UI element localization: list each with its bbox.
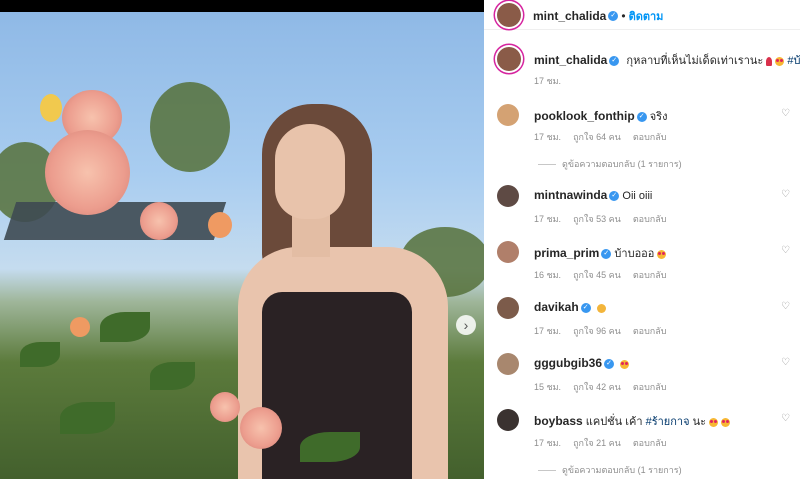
commenter-username[interactable]: mintnawinda bbox=[534, 188, 607, 202]
comment-text: บ้าบอออ bbox=[614, 248, 655, 260]
rose-flower bbox=[240, 407, 282, 449]
rose-emoji-icon bbox=[766, 56, 773, 66]
reply-button[interactable]: ตอบกลับ bbox=[633, 270, 667, 280]
verified-icon: ✓ bbox=[580, 303, 591, 314]
verified-icon: ✓ bbox=[601, 249, 612, 260]
comment-likes[interactable]: ถูกใจ 21 คน bbox=[573, 438, 621, 448]
caption-hashtag[interactable]: #บ้า bbox=[787, 55, 800, 67]
like-heart-icon[interactable]: ♡ bbox=[781, 189, 790, 200]
author-avatar[interactable] bbox=[497, 3, 521, 27]
comments-panel: mint_chalida ✓ • ติดตาม mint_chalida ✓ กุหลา… bbox=[484, 0, 800, 479]
comment-hashtag[interactable]: #ร้ายกาจ bbox=[646, 416, 690, 428]
comment-text: Oii oiii bbox=[622, 190, 653, 202]
rose-flower bbox=[140, 202, 178, 240]
comment-likes[interactable]: ถูกใจ 42 คน bbox=[573, 382, 621, 392]
replies-line bbox=[538, 164, 556, 166]
comment-likes[interactable]: ถูกใจ 45 คน bbox=[573, 270, 621, 280]
leaf-shape bbox=[60, 402, 115, 434]
comment-time: 17 ชม. bbox=[534, 438, 562, 448]
comment-item: mintnawinda ✓ Oii oiii 17 ชม. ถูกใจ 53 คน ต… bbox=[484, 182, 800, 227]
carousel-next-button[interactable]: › bbox=[456, 315, 476, 335]
heart-eyes-emoji-icon bbox=[709, 417, 719, 427]
reply-button[interactable]: ตอบกลับ bbox=[633, 382, 667, 392]
comment-item: prima_prim ✓ บ้าบอออ 16 ชม. ถูกใจ 45 คน ตอบ… bbox=[484, 238, 800, 283]
heart-eyes-emoji-icon bbox=[620, 359, 630, 369]
post-header: mint_chalida ✓ • ติดตาม bbox=[484, 0, 800, 30]
rose-flower bbox=[210, 392, 240, 422]
reply-button[interactable]: ตอบกลับ bbox=[633, 214, 667, 224]
commenter-username[interactable]: boybass bbox=[534, 414, 583, 428]
leaf-shape bbox=[300, 432, 360, 462]
caption-text: กุหลาบที่เห็นไม่เด็ดเท่าเรานะ bbox=[626, 55, 764, 67]
leaf-shape bbox=[100, 312, 150, 342]
caption-username[interactable]: mint_chalida bbox=[534, 53, 607, 67]
author-avatar[interactable] bbox=[497, 47, 521, 71]
comment-time: 17 ชม. bbox=[534, 326, 562, 336]
comment-likes[interactable]: ถูกใจ 96 คน bbox=[573, 326, 621, 336]
commenter-username[interactable]: davikah bbox=[534, 300, 579, 314]
rose-bud bbox=[40, 94, 62, 122]
roof-shape bbox=[3, 202, 227, 240]
like-heart-icon[interactable]: ♡ bbox=[781, 108, 790, 119]
comment-text: จริง bbox=[649, 111, 668, 123]
commenter-avatar[interactable] bbox=[497, 104, 519, 126]
commenter-username[interactable]: gggubgib36 bbox=[534, 356, 602, 370]
heart-eyes-emoji-icon bbox=[721, 417, 731, 427]
view-replies-button[interactable]: ดูข้อความตอบกลับ (1 รายการ) bbox=[562, 159, 682, 169]
chevron-right-icon: › bbox=[463, 317, 469, 333]
commenter-avatar[interactable] bbox=[497, 353, 519, 375]
face-shape bbox=[275, 124, 345, 219]
author-username[interactable]: mint_chalida bbox=[533, 9, 606, 23]
comment-time: 16 ชม. bbox=[534, 270, 562, 280]
verified-icon: ✓ bbox=[636, 112, 647, 123]
reply-button[interactable]: ตอบกลับ bbox=[633, 132, 667, 142]
commenter-username[interactable]: prima_prim bbox=[534, 246, 599, 260]
leaf-shape bbox=[150, 362, 195, 390]
comment-item: boybass แคปชั่น เค้า #ร้ายกาจ นะ 17 ชม. ถ… bbox=[484, 406, 800, 479]
commenter-username[interactable]: pooklook_fonthip bbox=[534, 109, 635, 123]
verified-icon: ✓ bbox=[604, 359, 614, 370]
rose-bud bbox=[208, 212, 232, 238]
reply-button[interactable]: ตอบกลับ bbox=[633, 438, 667, 448]
post-photo[interactable]: › bbox=[0, 12, 484, 479]
rose-flower bbox=[45, 130, 130, 215]
comment-time: 15 ชม. bbox=[534, 382, 562, 392]
comment-item: davikah ✓ 17 ชม. ถูกใจ 96 คน ตอบกลับ ♡ bbox=[484, 294, 800, 339]
comment-item: pooklook_fonthip ✓ จริง 17 ชม. ถูกใจ 64 คน… bbox=[484, 100, 800, 170]
like-heart-icon[interactable]: ♡ bbox=[781, 301, 790, 312]
heart-eyes-emoji-icon bbox=[775, 56, 785, 66]
comment-item: gggubgib36 ✓ 15 ชม. ถูกใจ 42 คน ตอบกลับ ♡ bbox=[484, 350, 800, 395]
comment-suffix: นะ bbox=[692, 416, 707, 428]
like-heart-icon[interactable]: ♡ bbox=[781, 357, 790, 368]
view-replies-button[interactable]: ดูข้อความตอบกลับ (1 รายการ) bbox=[562, 465, 682, 475]
commenter-avatar[interactable] bbox=[497, 241, 519, 263]
commenter-avatar[interactable] bbox=[497, 185, 519, 207]
comment-text: แคปชั่น เค้า bbox=[585, 416, 643, 428]
comment-time: 17 ชม. bbox=[534, 132, 562, 142]
rose-bud bbox=[70, 317, 90, 337]
caption-time: 17 ชม. bbox=[534, 76, 562, 86]
caption: mint_chalida ✓ กุหลาบที่เห็นไม่เด็ดเท่าเร… bbox=[484, 42, 800, 92]
comment-time: 17 ชม. bbox=[534, 214, 562, 224]
commenter-avatar[interactable] bbox=[497, 297, 519, 319]
smiling-emoji-icon bbox=[596, 303, 606, 313]
replies-line bbox=[538, 470, 556, 472]
tree-shape bbox=[150, 82, 230, 172]
verified-icon: ✓ bbox=[609, 56, 620, 67]
heart-eyes-emoji-icon bbox=[657, 249, 667, 259]
verified-icon: ✓ bbox=[609, 191, 620, 202]
commenter-avatar[interactable] bbox=[497, 409, 519, 431]
leaf-shape bbox=[20, 342, 60, 367]
like-heart-icon[interactable]: ♡ bbox=[781, 245, 790, 256]
follow-button[interactable]: ติดตาม bbox=[629, 11, 664, 23]
separator-dot: • bbox=[621, 9, 626, 23]
reply-button[interactable]: ตอบกลับ bbox=[633, 326, 667, 336]
verified-icon: ✓ bbox=[608, 10, 619, 21]
like-heart-icon[interactable]: ♡ bbox=[781, 413, 790, 424]
comment-likes[interactable]: ถูกใจ 64 คน bbox=[573, 132, 621, 142]
comment-likes[interactable]: ถูกใจ 53 คน bbox=[573, 214, 621, 224]
